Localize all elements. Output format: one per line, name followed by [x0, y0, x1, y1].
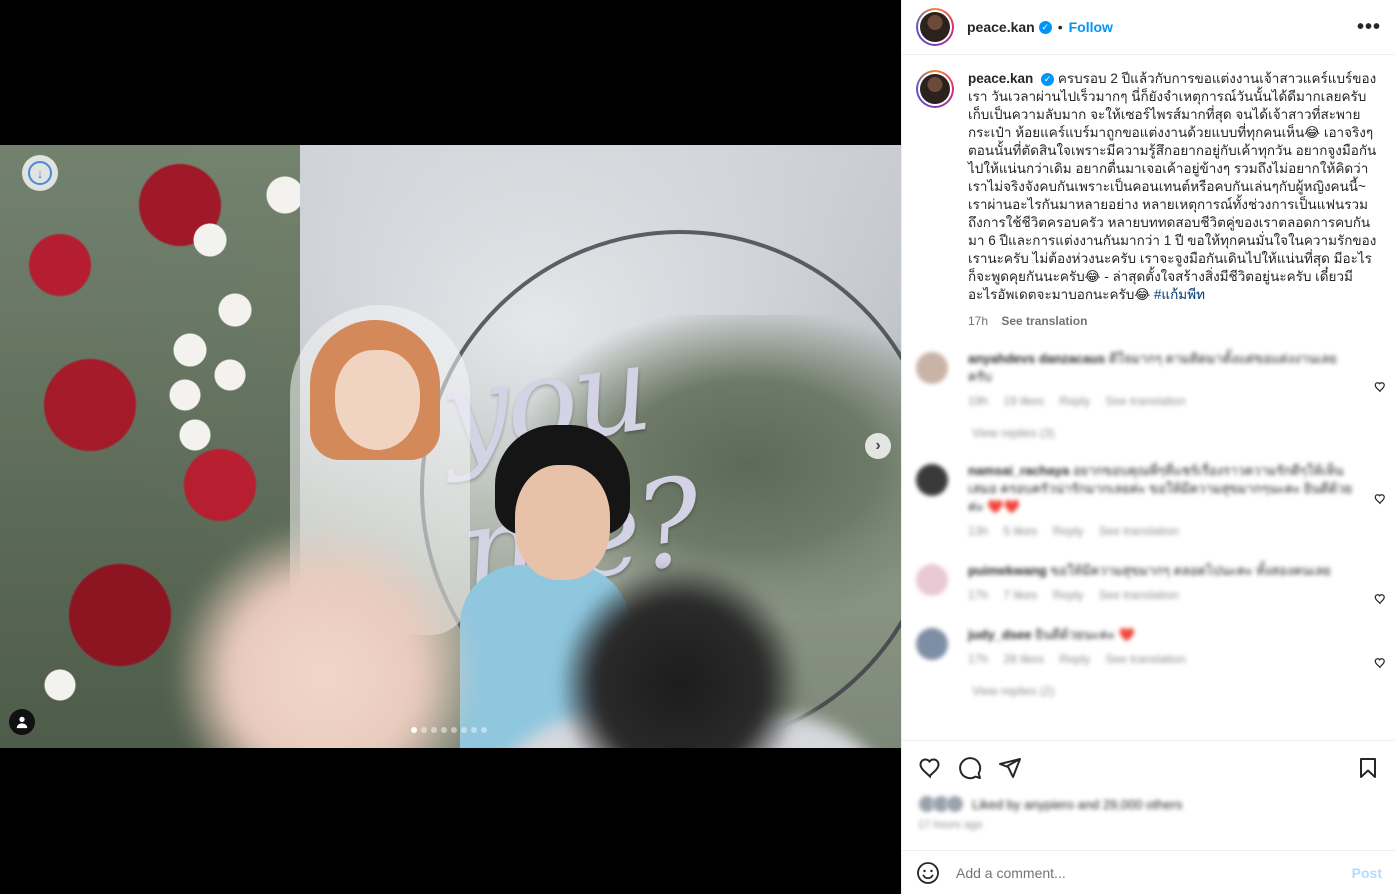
download-button[interactable]: ↓	[22, 155, 58, 191]
see-translation-link[interactable]: See translation	[1105, 652, 1185, 666]
liker-avatar	[946, 795, 964, 813]
comment-button[interactable]	[958, 756, 982, 780]
see-translation-link[interactable]: See translation	[1105, 394, 1185, 408]
comment-input[interactable]: Add a comment...	[956, 865, 1066, 881]
comment-item: anyahdevs danzacaus ดีใจมากๆ ตามติดมาตั้…	[902, 350, 1395, 440]
download-icon: ↓	[28, 161, 52, 185]
see-translation-link[interactable]: See translation	[1099, 524, 1179, 538]
comment-time: 13h	[968, 524, 989, 538]
comment-avatar[interactable]	[916, 352, 948, 384]
hashtag-link[interactable]: #แก้มพีท	[1154, 287, 1205, 302]
comments-list: anyahdevs danzacaus ดีใจมากๆ ตามติดมาตั้…	[902, 350, 1395, 698]
comment-avatar[interactable]	[916, 464, 948, 496]
comment-text: ยินดีด้วยนะคะ ❤️	[1035, 627, 1135, 642]
separator-dot: •	[1057, 19, 1063, 35]
tagged-users-button[interactable]	[9, 709, 35, 735]
send-icon	[999, 758, 1021, 778]
comment-item: namsai_rachaya อยากขอบคุณพี่ๆที่แชร์เรื่…	[902, 462, 1395, 540]
carousel-dot	[451, 727, 457, 733]
comment-likes[interactable]: 7 likes	[1003, 588, 1037, 602]
more-options-icon[interactable]: •••	[1357, 16, 1381, 39]
verified-badge-icon: ✓	[1041, 72, 1055, 86]
carousel-dot	[411, 727, 417, 733]
carousel-next-button[interactable]: ›	[865, 433, 891, 459]
view-replies-button[interactable]: View replies (2)	[972, 684, 1395, 698]
comment-meta: 17h 7 likes Reply See translation	[968, 586, 1358, 604]
likes-summary[interactable]: Liked by anypiero and 29,000 others 17 h…	[918, 795, 1182, 831]
comment-likes[interactable]: 5 likes	[1003, 524, 1037, 538]
emoji-button[interactable]	[916, 861, 940, 885]
comment-likes[interactable]: 19 likes	[1003, 394, 1044, 408]
share-button[interactable]	[998, 756, 1022, 780]
caption-username[interactable]: peace.kan	[968, 71, 1033, 86]
post-header: peace.kan ✓ • Follow •••	[902, 0, 1395, 55]
comment-avatar[interactable]	[916, 628, 948, 660]
comment-item: judy_dsee ยินดีด้วยนะคะ ❤️ 17h 28 likes …	[902, 626, 1395, 698]
follow-button[interactable]: Follow	[1069, 19, 1113, 35]
reply-button[interactable]: Reply	[1053, 524, 1084, 538]
caption-avatar[interactable]	[916, 70, 954, 108]
comment-meta: 17h 28 likes Reply See translation	[968, 650, 1358, 668]
emoji-icon	[917, 861, 939, 884]
likes-text: Liked by anypiero and 29,000 others	[972, 796, 1183, 812]
reply-button[interactable]: Reply	[1053, 588, 1084, 602]
user-icon	[16, 716, 28, 729]
post-photo[interactable]: you me?	[0, 145, 901, 748]
reply-button[interactable]: Reply	[1059, 394, 1090, 408]
like-button[interactable]	[918, 756, 942, 780]
comment-time: 17h	[968, 652, 989, 666]
comment-item: puimekwang ขอให้มีความสุขมากๆ ตลอดไปนะคะ…	[902, 562, 1395, 605]
comment-row: anyahdevs danzacaus ดีใจมากๆ ตามติดมาตั้…	[902, 350, 1395, 410]
comment-meta: 19h 19 likes Reply See translation	[968, 392, 1358, 410]
post-time: 17h	[968, 314, 989, 328]
comment-username[interactable]: anyahdevs danzacaus	[968, 351, 1105, 366]
save-button[interactable]	[1356, 756, 1380, 780]
comment-time: 19h	[968, 394, 989, 408]
comment-username[interactable]: judy_dsee	[968, 627, 1032, 642]
comment-text: ขอให้มีความสุขมากๆ ตลอดไปนะคะ ทั้งสองคนเ…	[1050, 563, 1331, 578]
carousel-dot	[431, 727, 437, 733]
verified-badge-icon: ✓	[1038, 20, 1052, 34]
comment-avatar[interactable]	[916, 564, 948, 596]
post-side-panel: peace.kan ✓ • Follow ••• peace.kan ✓ ครบ…	[901, 0, 1395, 894]
media-pane: you me? ↓ ›	[0, 0, 901, 894]
chevron-right-icon: ›	[875, 437, 881, 454]
carousel-indicator	[411, 727, 487, 733]
add-comment-bar: Add a comment... Post	[902, 850, 1395, 894]
comment-row: namsai_rachaya อยากขอบคุณพี่ๆที่แชร์เรื่…	[902, 462, 1395, 540]
carousel-dot	[421, 727, 427, 733]
comment-row: puimekwang ขอให้มีความสุขมากๆ ตลอดไปนะคะ…	[902, 562, 1395, 604]
carousel-dot	[441, 727, 447, 733]
view-replies-button[interactable]: View replies (3)	[972, 426, 1395, 440]
comment-icon	[959, 757, 982, 780]
post-comment-button[interactable]: Post	[1352, 865, 1382, 881]
comment-row: judy_dsee ยินดีด้วยนะคะ ❤️ 17h 28 likes …	[902, 626, 1395, 668]
reply-button[interactable]: Reply	[1059, 652, 1090, 666]
carousel-dot	[461, 727, 467, 733]
see-translation-link[interactable]: See translation	[1099, 588, 1179, 602]
caption-meta: 17h See translation	[968, 314, 1395, 328]
comment-time: 17h	[968, 588, 989, 602]
heart-icon	[919, 758, 940, 779]
post-caption: peace.kan ✓ ครบรอบ 2 ปีแล้วกับการขอแต่งง…	[902, 56, 1395, 304]
carousel-dot	[481, 727, 487, 733]
avatar[interactable]	[916, 8, 954, 46]
action-bar	[902, 740, 1395, 795]
bookmark-icon	[1360, 758, 1376, 778]
author-username[interactable]: peace.kan	[967, 19, 1035, 35]
comment-username[interactable]: namsai_rachaya	[968, 463, 1069, 478]
carousel-dot	[471, 727, 477, 733]
see-translation-link[interactable]: See translation	[1001, 314, 1087, 328]
comments-scroll-area[interactable]: peace.kan ✓ ครบรอบ 2 ปีแล้วกับการขอแต่งง…	[902, 56, 1395, 740]
comment-username[interactable]: puimekwang	[968, 563, 1047, 578]
post-date: 17 hours ago	[918, 819, 983, 831]
caption-text: ครบรอบ 2 ปีแล้วกับการขอแต่งงานเจ้าสาวแคร…	[968, 71, 1377, 302]
comment-likes[interactable]: 28 likes	[1003, 652, 1044, 666]
comment-meta: 13h 5 likes Reply See translation	[968, 522, 1358, 540]
